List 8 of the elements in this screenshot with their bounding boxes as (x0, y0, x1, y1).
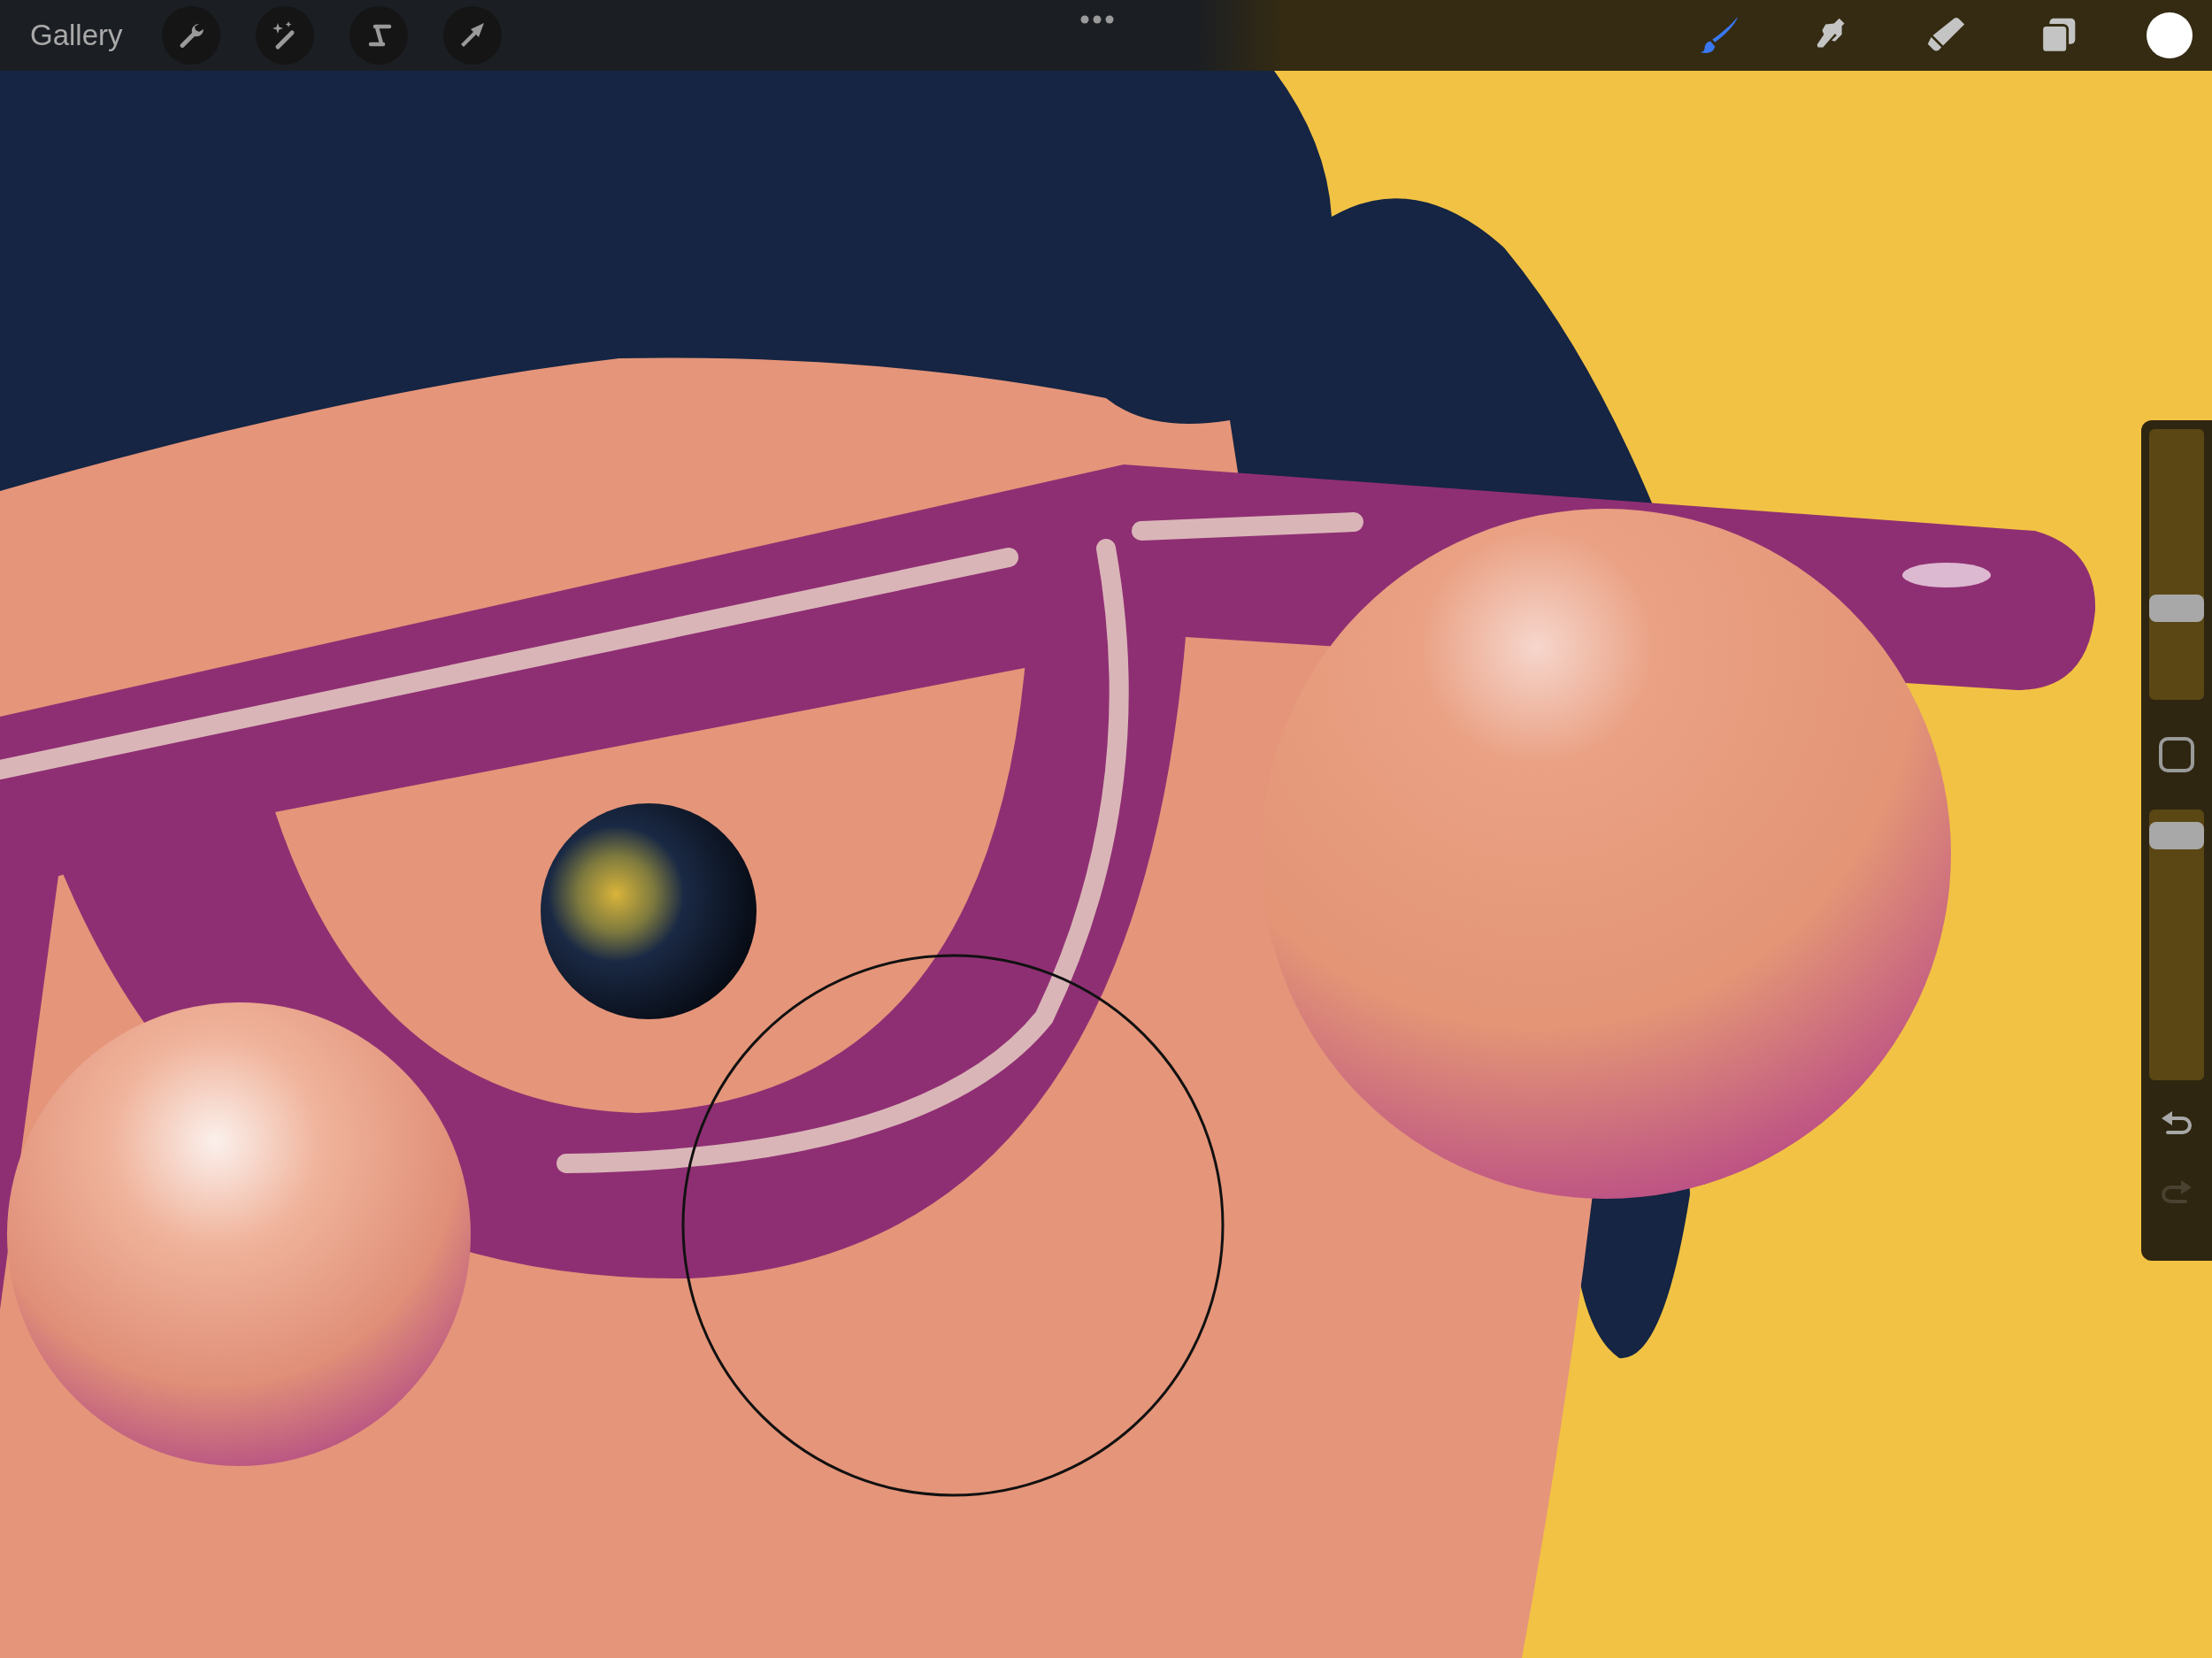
modify-button[interactable] (2159, 737, 2194, 772)
opacity-slider[interactable] (2149, 810, 2204, 1080)
color-swatch[interactable] (2147, 12, 2193, 58)
slider-thumb[interactable] (2149, 821, 2204, 849)
gallery-button[interactable]: Gallery (27, 13, 127, 58)
slider-thumb[interactable] (2149, 595, 2204, 622)
brush-size-slider[interactable] (2149, 429, 2204, 700)
more-icon[interactable] (1079, 14, 1116, 25)
